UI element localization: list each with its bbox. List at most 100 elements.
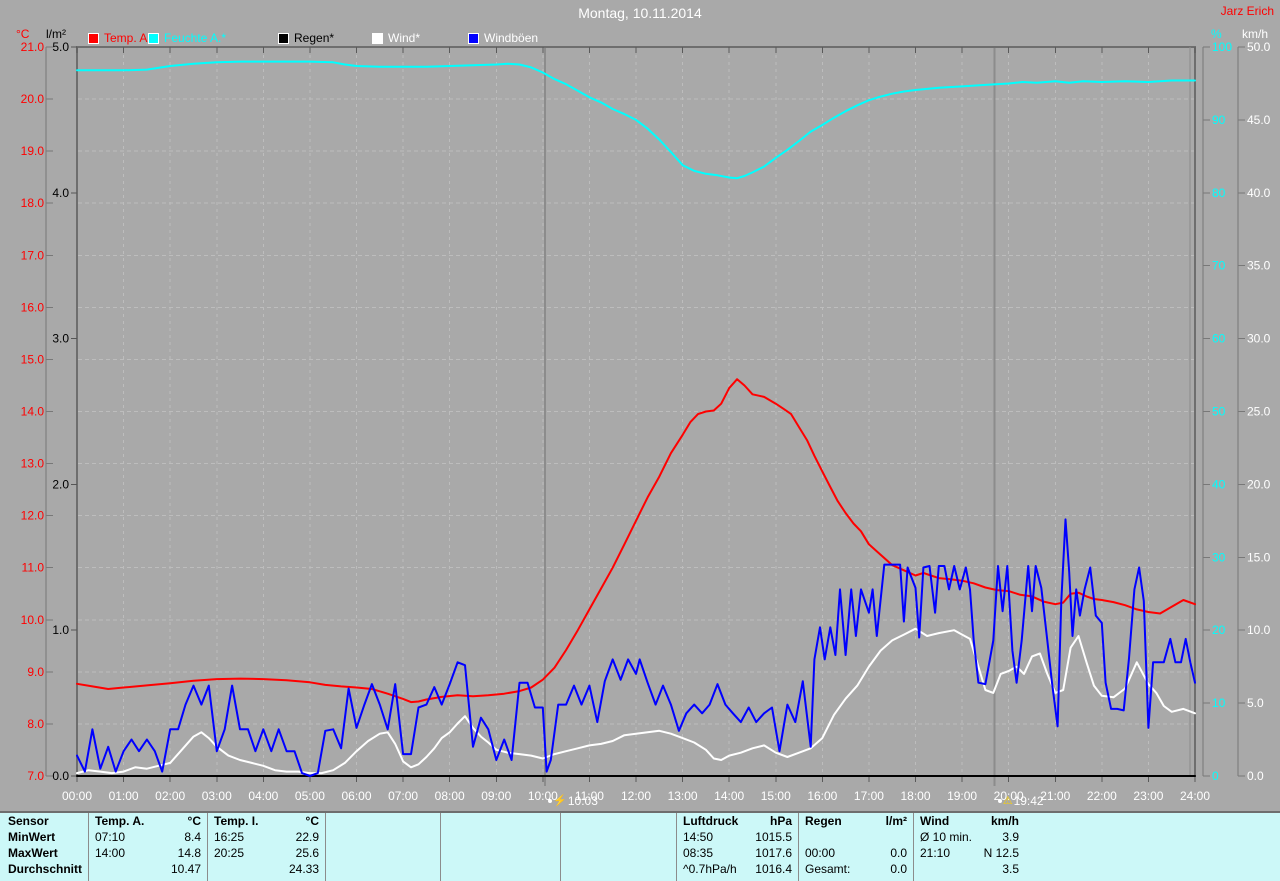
kmh-tick-label: 35.0 — [1247, 259, 1271, 273]
kmh-tick-label: 15.0 — [1247, 550, 1271, 564]
row-header-durchschnitt: Durchschnitt — [8, 862, 83, 876]
temp-i-unit: °C — [305, 814, 319, 828]
x-axis-label: 21:00 — [1040, 789, 1070, 803]
pressure-min-time: 14:50 — [683, 830, 714, 844]
table-col-pressure: Luftdruck hPa 14:50 1015.5 08:35 1017.6 ^0.… — [676, 813, 798, 881]
temp-a-min-time: 07:10 — [95, 830, 126, 844]
celsius-tick-label: 20.0 — [21, 92, 45, 106]
x-axis-label: 04:00 — [248, 789, 278, 803]
pressure-trend: ^0.7hPa/h — [683, 862, 737, 876]
celsius-tick-label: 10.0 — [21, 613, 45, 627]
lm2-tick-label: 5.0 — [52, 40, 69, 54]
weather-app-window: Montag, 10.11.2014 Jarz Erich °C l/m² % … — [0, 0, 1280, 881]
x-axis-label: 17:00 — [854, 789, 884, 803]
kmh-tick-label: 5.0 — [1247, 696, 1264, 710]
lm2-tick-label: 3.0 — [52, 332, 69, 346]
x-axis-label: 22:00 — [1087, 789, 1117, 803]
row-header-sensor: Sensor — [8, 814, 49, 828]
celsius-tick-label: 17.0 — [21, 248, 45, 262]
kmh-tick-label: 20.0 — [1247, 477, 1271, 491]
pressure-avg: 1016.4 — [755, 862, 792, 876]
percent-tick-label: 40 — [1212, 477, 1226, 491]
rain-name: Regen — [805, 814, 842, 828]
marker-time-label: 10:03 — [567, 794, 598, 808]
temp-a-min: 8.4 — [184, 830, 201, 844]
row-header-minwert: MinWert — [8, 830, 56, 844]
temp-a-name: Temp. A. — [95, 814, 145, 828]
celsius-tick-label: 13.0 — [21, 457, 45, 471]
temp-a-max: 14.8 — [177, 846, 201, 860]
x-axis-label: 16:00 — [807, 789, 837, 803]
weather-chart: 7.0 8.0 9.0 10.0 11.0 12.0 13.0 14.0 15.0 16.0 17.… — [21, 40, 1271, 803]
temp-a-unit: °C — [187, 814, 201, 828]
temp-a-avg: 10.47 — [170, 862, 201, 876]
kmh-tick-label: 40.0 — [1247, 186, 1271, 200]
x-axis-label: 14:00 — [714, 789, 744, 803]
table-col-empty-3 — [560, 813, 676, 881]
warning-icon: ⚠ — [1002, 794, 1013, 807]
rain-unit: l/m² — [885, 814, 907, 828]
temp-i-max-time: 20:25 — [214, 846, 245, 860]
wind-avg: 3.5 — [1002, 862, 1019, 876]
percent-tick-label: 20 — [1212, 623, 1226, 637]
celsius-tick-label: 16.0 — [21, 300, 45, 314]
x-axis-label: 12:00 — [621, 789, 651, 803]
marker-dot-icon — [997, 799, 1002, 803]
celsius-tick-label: 15.0 — [21, 352, 45, 366]
pressure-name: Luftdruck — [683, 814, 739, 828]
x-axis-label: 00:00 — [62, 789, 92, 803]
lm2-tick-label: 2.0 — [52, 477, 69, 491]
wind-avg10: 3.9 — [1002, 830, 1019, 844]
x-axis-label: 09:00 — [481, 789, 511, 803]
wind-avg10-label: Ø 10 min. — [920, 830, 973, 844]
x-axis-label: 23:00 — [1133, 789, 1163, 803]
pressure-max: 1017.6 — [755, 846, 792, 860]
marker-time-label: 19:42 — [1013, 794, 1044, 808]
kmh-tick-label: 45.0 — [1247, 113, 1271, 127]
kmh-tick-label: 25.0 — [1247, 405, 1271, 419]
percent-tick-label: 80 — [1212, 186, 1226, 200]
lm2-tick-label: 4.0 — [52, 186, 69, 200]
wind-unit: km/h — [990, 814, 1019, 828]
event-marker-19:42: ⚠ 19:42 — [997, 794, 1044, 808]
rain-total-label: Gesamt: — [805, 862, 851, 876]
percent-tick-label: 70 — [1212, 259, 1226, 273]
series-windb-en — [76, 518, 1196, 777]
x-axis-label: 24:00 — [1180, 789, 1210, 803]
temp-a-max-time: 14:00 — [95, 846, 126, 860]
lightning-icon: ⚡ — [553, 794, 567, 807]
celsius-tick-label: 11.0 — [22, 561, 45, 575]
wind-max: N 12.5 — [983, 846, 1019, 860]
temp-i-avg: 24.33 — [288, 862, 319, 876]
celsius-tick-label: 7.0 — [27, 769, 44, 783]
percent-tick-label: 0 — [1212, 769, 1219, 783]
x-axis-label: 13:00 — [668, 789, 698, 803]
kmh-tick-label: 10.0 — [1247, 623, 1271, 637]
x-axis-label: 05:00 — [295, 789, 325, 803]
wind-name: Wind — [920, 814, 950, 828]
temp-i-max: 25.6 — [295, 846, 319, 860]
temp-i-min: 22.9 — [295, 830, 319, 844]
percent-tick-label: 60 — [1212, 332, 1226, 346]
percent-tick-label: 50 — [1212, 405, 1226, 419]
temp-i-name: Temp. I. — [214, 814, 259, 828]
x-axis-label: 18:00 — [900, 789, 930, 803]
x-axis-label: 19:00 — [947, 789, 977, 803]
celsius-tick-label: 21.0 — [21, 40, 45, 54]
x-axis-label: 06:00 — [341, 789, 371, 803]
event-marker-10:03: ⚡ 10:03 — [548, 794, 598, 808]
table-col-temp-a: Temp. A. °C 07:10 8.4 14:00 14.8 10.47 — [88, 813, 207, 881]
table-col-row-headers: Sensor MinWert MaxWert Durchschnitt — [0, 813, 88, 881]
x-axis-label: 08:00 — [435, 789, 465, 803]
table-col-temp-i: Temp. I. °C 16:25 22.9 20:25 25.6 24.33 — [207, 813, 325, 881]
wind-max-time: 21:10 — [920, 846, 951, 860]
rain-max: 0.0 — [890, 846, 907, 860]
percent-tick-label: 30 — [1212, 550, 1226, 564]
lm2-tick-label: 1.0 — [52, 623, 69, 637]
celsius-tick-label: 19.0 — [21, 144, 45, 158]
table-col-empty-1 — [325, 813, 440, 881]
x-axis-label: 03:00 — [202, 789, 232, 803]
x-axis-label: 02:00 — [155, 789, 185, 803]
x-axis-label: 15:00 — [761, 789, 791, 803]
pressure-unit: hPa — [769, 814, 792, 828]
